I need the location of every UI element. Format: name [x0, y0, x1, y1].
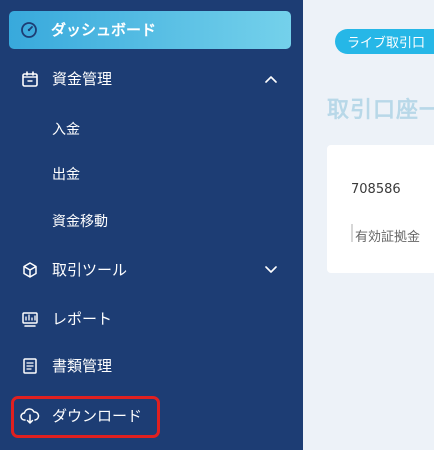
sidebar-subitem-label: 資金移動	[52, 214, 108, 230]
sidebar-item-label: ダッシュボード	[51, 20, 157, 39]
report-icon	[20, 309, 40, 329]
sidebar-subitem-transfer[interactable]: 資金移動	[52, 207, 282, 237]
gauge-icon	[19, 20, 39, 40]
sidebar: ダッシュボード 資金管理 入金 出金 資金移動 取引ツール レポート 書類管理 …	[0, 0, 303, 450]
margin-label: 有効証拠金	[355, 230, 421, 245]
live-account-tab[interactable]: ライブ取引口	[335, 29, 434, 54]
download-cloud-icon	[20, 406, 40, 426]
sidebar-item-label: ダウンロード	[52, 406, 143, 425]
sidebar-item-download[interactable]: ダウンロード	[20, 399, 290, 433]
sidebar-subitem-withdrawal[interactable]: 出金	[52, 160, 282, 190]
sidebar-item-dashboard[interactable]: ダッシュボード	[9, 11, 291, 49]
sidebar-item-label: 書類管理	[52, 356, 113, 375]
account-card: 708586 有効証拠金	[327, 145, 434, 273]
account-number: 708586	[351, 182, 401, 197]
sidebar-item-documents[interactable]: 書類管理	[20, 349, 290, 383]
sidebar-item-label: 取引ツール	[52, 260, 128, 279]
sidebar-item-label: 資金管理	[52, 69, 113, 88]
chevron-down-icon	[262, 261, 280, 279]
page-title: 取引口座一	[327, 98, 434, 123]
sidebar-item-label: レポート	[52, 309, 113, 328]
sidebar-item-trading-tools[interactable]: 取引ツール	[20, 253, 290, 287]
document-icon	[20, 356, 40, 376]
sidebar-subitem-label: 入金	[52, 122, 80, 138]
sidebar-item-funds-management[interactable]: 資金管理	[20, 62, 290, 96]
main-content: ライブ取引口 取引口座一 708586 有効証拠金	[303, 0, 434, 450]
sidebar-subitem-label: 出金	[52, 167, 80, 183]
live-account-tab-label: ライブ取引口	[347, 36, 426, 51]
sidebar-item-reports[interactable]: レポート	[20, 302, 290, 336]
cube-icon	[20, 260, 40, 280]
sidebar-subitem-deposit[interactable]: 入金	[52, 115, 282, 145]
chevron-up-icon	[262, 70, 280, 88]
margin-divider	[351, 224, 353, 242]
calendar-icon	[20, 69, 40, 89]
